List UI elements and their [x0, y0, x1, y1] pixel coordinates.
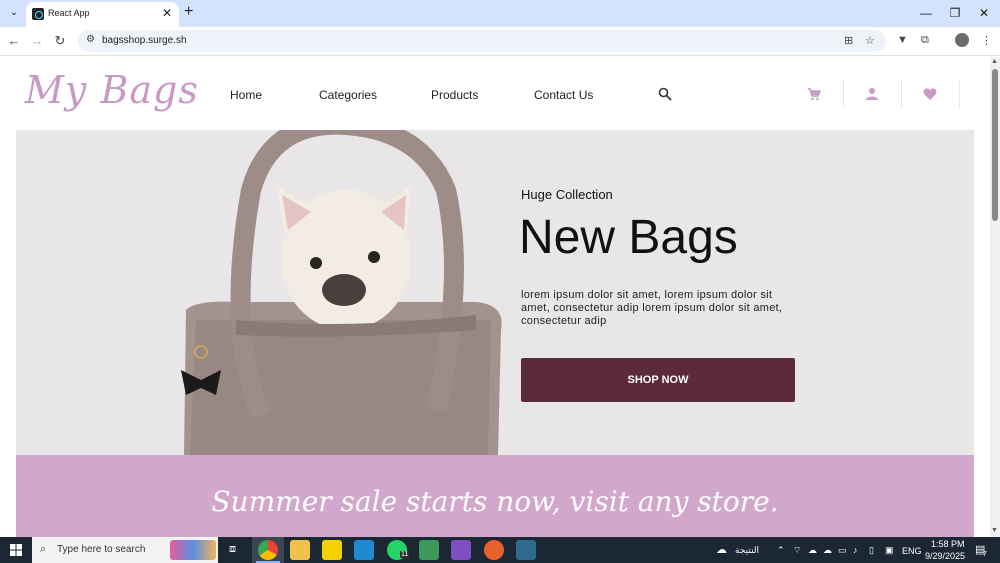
- taskbar-search-box[interactable]: ⌕ Type here to search: [32, 537, 218, 563]
- tab-search-icon[interactable]: ⌄: [6, 5, 22, 21]
- scroll-up-icon[interactable]: ▲: [991, 58, 998, 65]
- sale-banner: Summer sale starts now, visit any store.: [16, 455, 974, 537]
- nav-products[interactable]: Products: [431, 88, 478, 102]
- site-info-icon[interactable]: ⚙: [86, 34, 95, 45]
- reload-icon[interactable]: ↻: [51, 32, 69, 50]
- visual-studio-icon[interactable]: [451, 540, 471, 560]
- new-tab-icon[interactable]: +: [184, 3, 193, 21]
- close-window-icon[interactable]: ✕: [974, 4, 994, 22]
- browser-toolbar: ← → ↻ ⚙ bagsshop.surge.sh ⊞ ☆ ▼ ⧉ ⋮: [0, 27, 1000, 56]
- postman-icon[interactable]: [484, 540, 504, 560]
- nav-home[interactable]: Home: [230, 88, 262, 102]
- header-divider: [843, 79, 844, 107]
- hero-subtitle: Huge Collection: [521, 187, 613, 202]
- file-explorer-icon[interactable]: [290, 540, 310, 560]
- task-view-icon[interactable]: ⧈: [229, 543, 236, 556]
- weather-label[interactable]: النتيجة: [735, 545, 759, 556]
- nav-categories[interactable]: Categories: [319, 88, 377, 102]
- taskbar-search-icon: ⌕: [40, 543, 47, 555]
- language-indicator[interactable]: ENG: [902, 546, 922, 556]
- url-text: bagsshop.surge.sh: [102, 35, 187, 46]
- battery-icon[interactable]: ▭: [838, 545, 847, 556]
- extensions-puzzle-icon[interactable]: ⧉: [921, 34, 929, 47]
- back-icon[interactable]: ←: [5, 32, 23, 50]
- browser-tabstrip: ⌄ React App ✕ + — ❐ ✕: [0, 0, 1000, 27]
- browser-menu-icon[interactable]: ⋮: [981, 34, 992, 47]
- cart-icon[interactable]: [807, 87, 821, 101]
- restore-icon[interactable]: ❐: [945, 4, 965, 22]
- snipping-app-icon[interactable]: [419, 540, 439, 560]
- extension-vue-icon[interactable]: ▼: [897, 34, 908, 46]
- notification-count: 7: [983, 551, 987, 558]
- address-bar[interactable]: ⚙ bagsshop.surge.sh ⊞ ☆: [78, 30, 886, 52]
- heart-icon[interactable]: [923, 87, 937, 101]
- whatsapp-badge: 11: [400, 551, 410, 558]
- sync-cloud-icon[interactable]: ☁: [808, 545, 817, 556]
- search-highlight-image: [170, 540, 216, 560]
- hero-description: lorem ipsum dolor sit amet, lorem ipsum …: [521, 289, 783, 327]
- clock-time[interactable]: 1:58 PM: [931, 539, 965, 549]
- vscode-icon[interactable]: [354, 540, 374, 560]
- display-icon[interactable]: ▣: [885, 545, 894, 556]
- volume-icon[interactable]: ♪: [853, 545, 858, 555]
- chrome-icon[interactable]: [258, 540, 278, 560]
- header-divider: [959, 79, 960, 107]
- sticky-notes-icon[interactable]: [322, 540, 342, 560]
- search-icon[interactable]: [658, 87, 672, 101]
- scroll-down-icon[interactable]: ▼: [991, 527, 998, 534]
- sale-banner-text: Summer sale starts now, visit any store.: [211, 485, 779, 518]
- site-logo[interactable]: My Bags: [25, 68, 199, 112]
- clock-date[interactable]: 9/29/2025: [925, 551, 965, 561]
- react-favicon-icon: [32, 8, 44, 20]
- bookmark-star-icon[interactable]: ☆: [865, 34, 875, 47]
- hero-banner: Huge Collection New Bags lorem ipsum dol…: [16, 130, 974, 455]
- user-icon[interactable]: [865, 87, 879, 101]
- show-hidden-icons-icon[interactable]: ⌃: [777, 545, 785, 556]
- bag-with-puppy-image: [181, 130, 502, 455]
- tab-close-icon[interactable]: ✕: [162, 6, 172, 20]
- windows-taskbar: ⌕ Type here to search ⧈ 11 ☁ النتيجة ⌃ ⌔…: [0, 537, 1000, 563]
- taskbar-search-placeholder: Type here to search: [57, 544, 146, 555]
- minimize-icon[interactable]: —: [916, 4, 936, 22]
- header-divider: [901, 79, 902, 107]
- shop-now-button[interactable]: SHOP NOW: [521, 358, 795, 402]
- weather-icon[interactable]: ☁: [716, 543, 727, 556]
- calculator-icon[interactable]: [516, 540, 536, 560]
- profile-avatar[interactable]: [955, 33, 969, 47]
- browser-tab[interactable]: React App ✕: [26, 2, 179, 27]
- scroll-thumb[interactable]: [992, 69, 998, 221]
- install-app-icon[interactable]: ⊞: [844, 34, 853, 47]
- tab-title: React App: [48, 8, 90, 18]
- nav-contact-us[interactable]: Contact Us: [534, 88, 593, 102]
- network-icon[interactable]: ⌔: [793, 545, 801, 556]
- hero-title: New Bags: [519, 211, 738, 264]
- phone-link-icon[interactable]: ▯: [869, 545, 874, 556]
- onedrive-icon[interactable]: ☁: [823, 545, 832, 556]
- windows-start-icon[interactable]: [10, 544, 22, 556]
- forward-icon[interactable]: →: [28, 32, 46, 50]
- web-page: My Bags Home Categories Products Contact…: [0, 57, 990, 537]
- page-scrollbar[interactable]: ▲ ▼: [990, 57, 1000, 537]
